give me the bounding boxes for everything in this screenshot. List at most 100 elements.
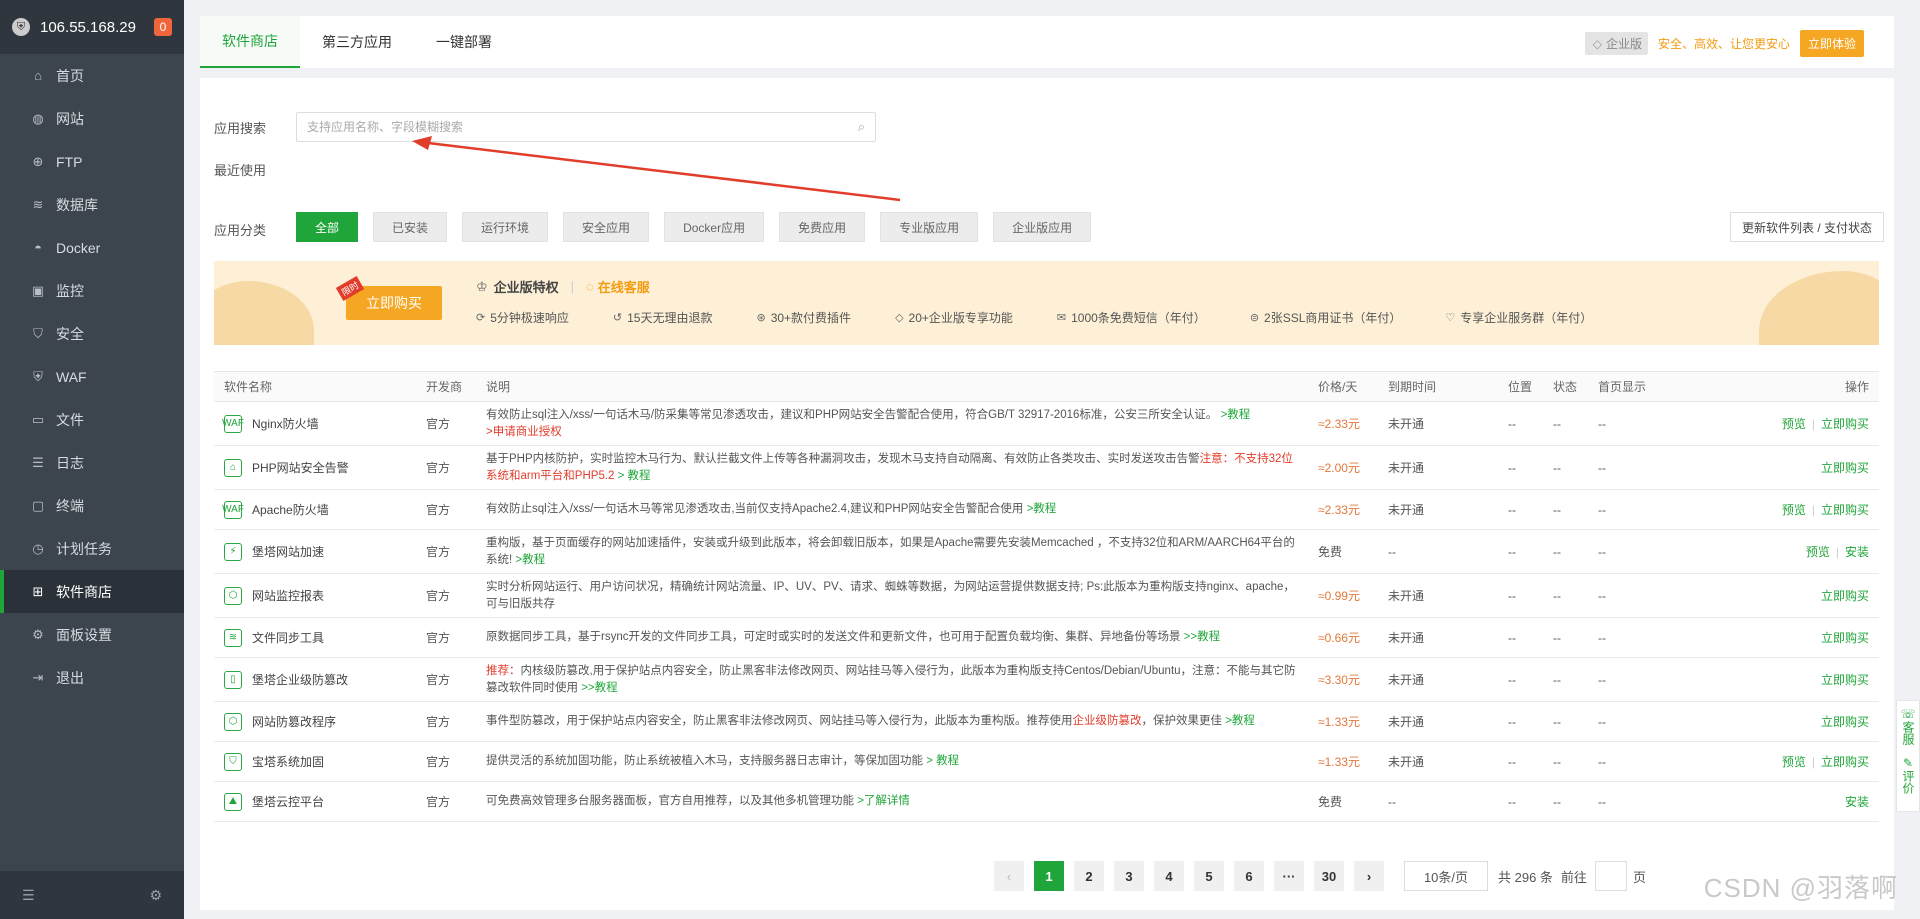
goto-page-input[interactable] <box>1594 861 1627 891</box>
software-icon: ⌂ <box>224 458 242 477</box>
sidebar-item[interactable]: ⌂ 首页 <box>0 54 184 97</box>
action-link[interactable]: 安装 <box>1845 545 1869 559</box>
category-button[interactable]: 企业版应用 <box>993 212 1092 242</box>
search-box: ⌕ <box>296 112 876 142</box>
tutorial-link[interactable]: > 教程 <box>618 470 651 482</box>
folder-icon: ▭ <box>31 411 45 427</box>
action-link[interactable]: 立即购买 <box>1821 461 1869 475</box>
software-icon: ⛰ <box>224 792 242 811</box>
action-link[interactable]: 立即购买 <box>1821 715 1869 729</box>
banner-feature-label: 15天无理由退款 <box>627 311 713 325</box>
cell-developer: 官方 <box>416 529 476 574</box>
tab-software-store[interactable]: 软件商店 <box>200 16 300 68</box>
preview-link[interactable]: 预览 <box>1782 417 1806 431</box>
sidebar-item[interactable]: ▣ 监控 <box>0 269 184 312</box>
category-button[interactable]: 安全应用 <box>563 212 650 242</box>
tutorial-link[interactable]: >教程 <box>515 554 545 566</box>
sidebar-item[interactable]: ≋ 数据库 <box>0 183 184 226</box>
table-row: ⚡ 堡塔网站加速 官方 重构版，基于页面缓存的网站加速插件，安装或升级到此版本，将会卸… <box>214 529 1879 574</box>
action-link[interactable]: 安装 <box>1845 795 1869 809</box>
sidebar-item[interactable]: ◓ Docker <box>0 226 184 269</box>
sidebar-item[interactable]: ☰ 日志 <box>0 441 184 484</box>
tutorial-link[interactable]: >>教程 <box>581 682 617 694</box>
tab-one-click-deploy[interactable]: 一键部署 <box>414 16 514 68</box>
table-row: ⛰ 堡塔云控平台 官方 可免费高效管理多台服务器面板，官方自用推荐，以及其他多机管理功… <box>214 781 1879 822</box>
tutorial-link[interactable]: > 教程 <box>926 755 959 767</box>
cell-actions: 立即购买 <box>1688 657 1879 702</box>
software-name: ⛰ 堡塔云控平台 <box>224 792 406 811</box>
collapse-icon[interactable]: ☰ <box>22 887 35 904</box>
action-link[interactable]: 立即购买 <box>1821 503 1869 517</box>
banner-feature-label: 专享企业服务群（年付） <box>1460 311 1593 325</box>
banner-features: ⟳ 5分钟极速响应 ↺ 15天无理由退款 ⊛ 30+款付费插件 ◇ 20+企业版专享功能 ✉ 10… <box>476 309 1636 326</box>
sidebar-item[interactable]: ⛨ WAF <box>0 355 184 398</box>
preview-link[interactable]: 预览 <box>1782 755 1806 769</box>
refresh-list-button[interactable]: 更新软件列表 / 支付状态 <box>1729 212 1884 242</box>
category-button[interactable]: 专业版应用 <box>880 212 979 242</box>
table-row: ⌂ PHP网站安全告警 官方 基于PHP内核防护，实时监控木马行为、默认拦截文件上传等… <box>214 445 1879 490</box>
sidebar-item[interactable]: ◍ 网站 <box>0 97 184 140</box>
cell-description: 基于PHP内核防护，实时监控木马行为、默认拦截文件上传等各种漏洞攻击，发现木马支… <box>476 445 1308 490</box>
gear-icon[interactable]: ⚙ <box>149 887 162 904</box>
category-button[interactable]: 运行环境 <box>462 212 549 242</box>
sidebar-item[interactable]: ⊞ 软件商店 <box>0 570 184 613</box>
sidebar-item[interactable]: ▭ 文件 <box>0 398 184 441</box>
category-button[interactable]: 已安装 <box>373 212 448 242</box>
desc-text: 事件型防篡改，用于保护站点内容安全，防止黑客非法修改网页、网站挂马等入侵行为，此… <box>486 715 1073 727</box>
tutorial-link[interactable]: >了解详情 <box>857 795 910 807</box>
preview-link[interactable]: 预览 <box>1782 503 1806 517</box>
per-page-select[interactable]: 10条/页 <box>1404 861 1488 891</box>
page-button[interactable]: 3 <box>1114 861 1144 891</box>
action-link[interactable]: 立即购买 <box>1821 417 1869 431</box>
tutorial-link[interactable]: >教程 <box>1027 503 1057 515</box>
search-input[interactable] <box>307 120 858 134</box>
next-page-icon[interactable]: › <box>1354 861 1384 891</box>
sidebar-item[interactable]: ⊕ FTP <box>0 140 184 183</box>
page-button[interactable]: ··· <box>1274 861 1304 891</box>
category-button[interactable]: 免费应用 <box>779 212 866 242</box>
feedback-button[interactable]: ✎ 评价 <box>1897 756 1919 797</box>
action-link[interactable]: 立即购买 <box>1821 673 1869 687</box>
page-button[interactable]: 5 <box>1194 861 1224 891</box>
online-service-link[interactable]: 在线客服 <box>598 277 650 296</box>
cell-actions: 预览 | 立即购买 <box>1688 401 1879 446</box>
page-button[interactable]: 6 <box>1234 861 1264 891</box>
sidebar-item[interactable]: ⚙ 面板设置 <box>0 613 184 656</box>
tutorial-link[interactable]: >>教程 <box>1184 631 1220 643</box>
preview-link[interactable]: 预览 <box>1806 545 1830 559</box>
cell-developer: 官方 <box>416 401 476 446</box>
notification-badge[interactable]: 0 <box>154 18 172 36</box>
cell-actions: 安装 <box>1688 781 1879 822</box>
sidebar-item[interactable]: ◷ 计划任务 <box>0 527 184 570</box>
page-button[interactable]: 4 <box>1154 861 1184 891</box>
sidebar-item-label: 网站 <box>56 110 84 127</box>
tutorial-link[interactable]: >教程 <box>1225 715 1255 727</box>
page-button[interactable]: 2 <box>1074 861 1104 891</box>
sidebar-item[interactable]: ⇥ 退出 <box>0 656 184 699</box>
commercial-license-link[interactable]: >申请商业授权 <box>486 426 562 438</box>
page-button[interactable]: 1 <box>1034 861 1064 891</box>
col-price: 价格/天 <box>1308 371 1378 402</box>
action-link[interactable]: 立即购买 <box>1821 755 1869 769</box>
sidebar-item[interactable]: ▢ 终端 <box>0 484 184 527</box>
prev-page-icon[interactable]: ‹ <box>994 861 1024 891</box>
page-button[interactable]: 30 <box>1314 861 1344 891</box>
table-row: ⬡ 网站监控报表 官方 实时分析网站运行、用户访问状况，精确统计网站流量、IP、UV、… <box>214 573 1879 618</box>
customer-service-button[interactable]: ☏ 客服 <box>1897 707 1919 748</box>
software-icon: ≋ <box>224 628 242 647</box>
action-link[interactable]: 立即购买 <box>1821 631 1869 645</box>
cell-price: 免费 <box>1308 529 1378 574</box>
cell-description: 事件型防篡改，用于保护站点内容安全，防止黑客非法修改网页、网站挂马等入侵行为，此… <box>476 701 1308 742</box>
search-icon[interactable]: ⌕ <box>858 119 865 135</box>
cell-expire: 未开通 <box>1378 701 1498 742</box>
try-now-button[interactable]: 立即体验 <box>1799 30 1864 57</box>
category-button[interactable]: 全部 <box>296 212 359 242</box>
category-button[interactable]: Docker应用 <box>664 212 765 242</box>
tab-third-party[interactable]: 第三方应用 <box>300 16 414 68</box>
action-link[interactable]: 立即购买 <box>1821 589 1869 603</box>
sidebar-item-label: 软件商店 <box>56 583 112 600</box>
tutorial-link[interactable]: >教程 <box>1221 409 1251 421</box>
divider: | <box>1835 545 1839 559</box>
sidebar-item[interactable]: ⛉ 安全 <box>0 312 184 355</box>
cell-status: -- <box>1543 781 1588 822</box>
